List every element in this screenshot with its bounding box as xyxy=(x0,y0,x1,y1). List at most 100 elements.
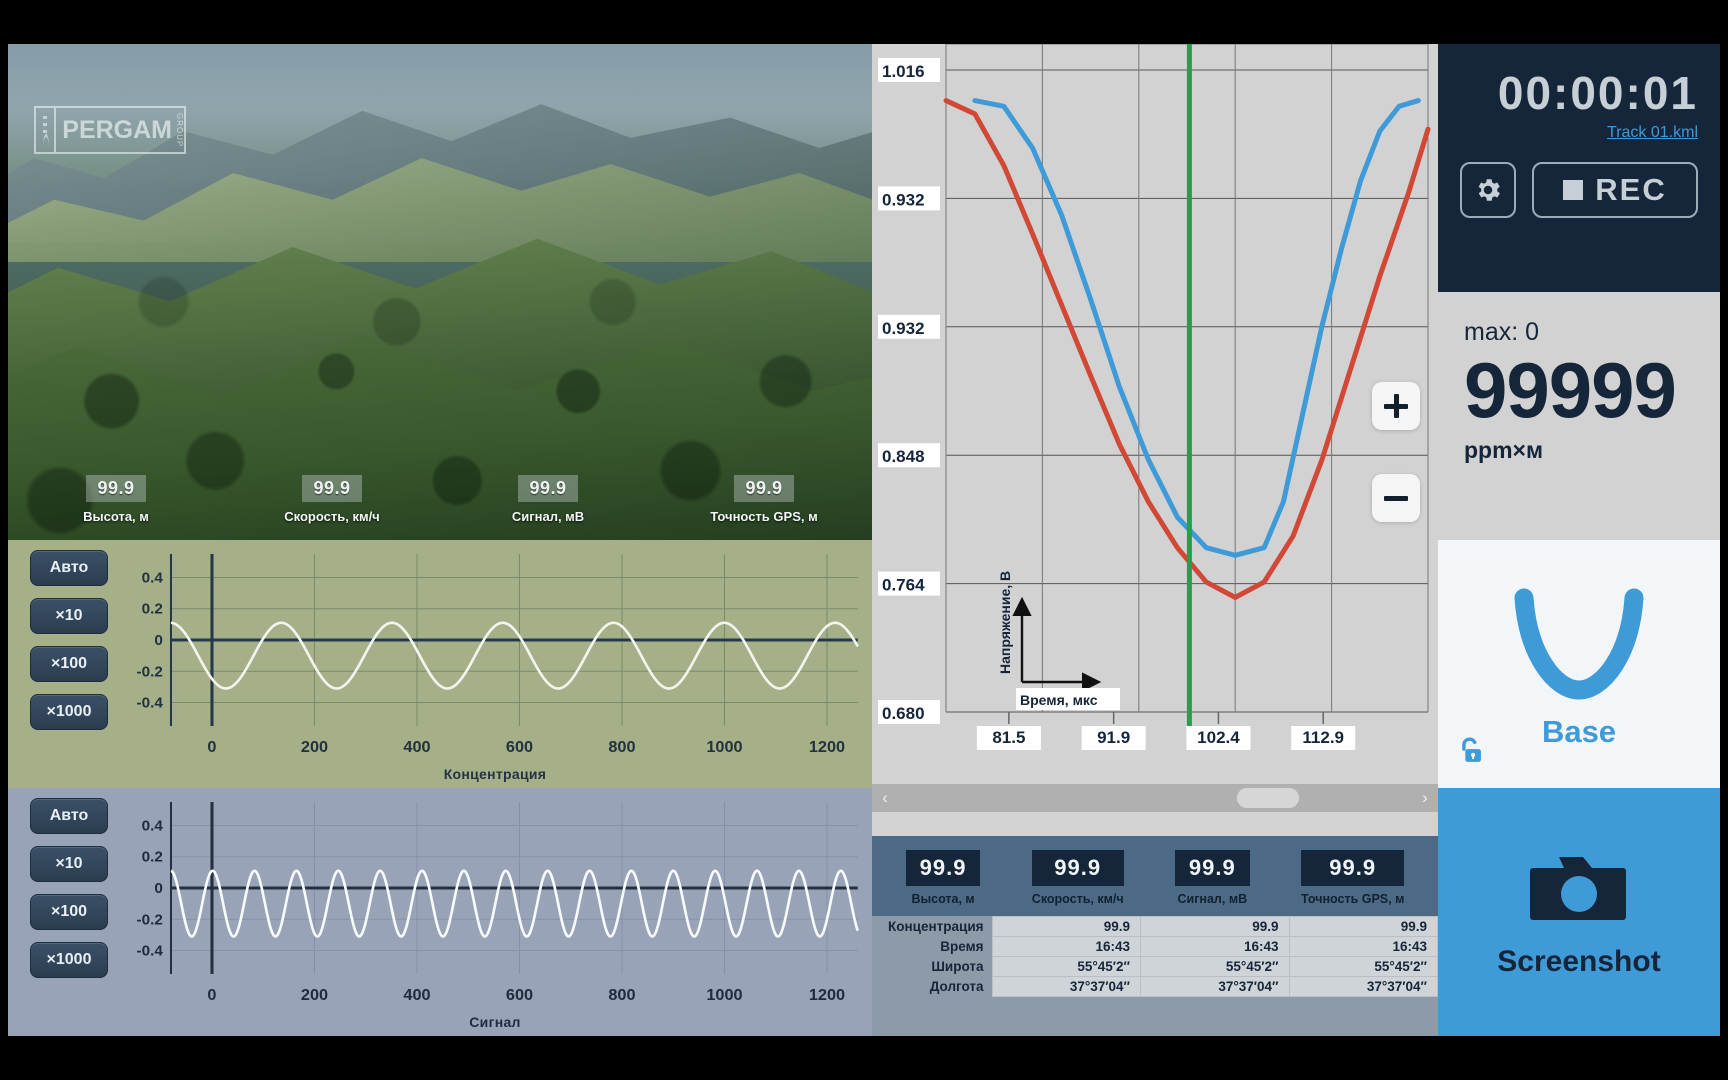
scale-x100-button[interactable]: ×100 xyxy=(30,894,108,930)
svg-text:-0.4: -0.4 xyxy=(137,695,164,712)
signal-scale-buttons: Авто ×10 ×100 ×1000 xyxy=(8,788,118,1036)
scrollbar-track[interactable] xyxy=(898,784,1412,812)
recording-controls: REC xyxy=(1460,162,1698,218)
table-cell: 16:43 xyxy=(991,936,1141,957)
measurement-table: Концентрация 99.9 99.9 99.9 Время 16:43 16:43 1… xyxy=(872,916,1438,997)
svg-text:200: 200 xyxy=(301,738,328,756)
table-cell: 16:43 xyxy=(1140,936,1290,957)
video-feed-panel[interactable]: PERGAM GROUP 99.9 Высота, м 99.9 Скорост… xyxy=(8,44,872,540)
telemetry-caption: Скорость, км/ч xyxy=(1031,892,1124,906)
svg-text:600: 600 xyxy=(506,986,533,1004)
video-stat-value: 99.9 xyxy=(86,475,146,502)
svg-text:1200: 1200 xyxy=(809,986,845,1004)
telemetry-value: 99.9 xyxy=(1174,850,1250,886)
scale-auto-button[interactable]: Авто xyxy=(30,798,108,834)
scroll-left-arrow-icon[interactable]: ‹ xyxy=(872,788,898,808)
svg-text:Напряжение, В: Напряжение, В xyxy=(997,571,1013,674)
screenshot-button[interactable]: Screenshot xyxy=(1438,788,1720,1036)
svg-text:1000: 1000 xyxy=(706,986,742,1004)
video-stat-value: 99.9 xyxy=(302,475,362,502)
zoom-out-button[interactable] xyxy=(1372,474,1420,522)
logo-group-text: GROUP xyxy=(175,112,184,148)
concentration-value: 99999 xyxy=(1464,346,1677,434)
camera-icon xyxy=(1530,857,1626,920)
svg-text:0.4: 0.4 xyxy=(142,818,164,835)
svg-text:0.2: 0.2 xyxy=(142,849,163,866)
video-stat-item: 99.9 Сигнал, мВ xyxy=(473,475,623,524)
scrollbar-thumb[interactable] xyxy=(1237,788,1300,808)
record-stop-icon xyxy=(1563,180,1584,200)
table-cell: 37°37′04″ xyxy=(991,976,1141,997)
telemetry-value: 99.9 xyxy=(905,850,981,886)
video-stat-item: 99.9 Скорость, км/ч xyxy=(257,475,407,524)
table-row-label: Широта xyxy=(931,959,984,974)
table-cell: 55°45′2″ xyxy=(991,956,1141,977)
svg-text:400: 400 xyxy=(403,986,430,1004)
svg-text:400: 400 xyxy=(403,738,430,756)
svg-text:0.932: 0.932 xyxy=(882,319,925,338)
session-timer: 00:00:01 xyxy=(1497,67,1698,119)
scale-x1000-button[interactable]: ×1000 xyxy=(30,942,108,978)
concentration-readout-block: max: 0 99999 ppm×м xyxy=(1438,292,1720,540)
svg-text:112.9: 112.9 xyxy=(1302,728,1344,747)
video-stat-item: 99.9 Высота, м xyxy=(41,475,191,524)
base-button[interactable]: Base xyxy=(1438,540,1720,788)
telemetry-caption: Высота, м xyxy=(911,892,975,906)
signal-plot[interactable]: 0.4 0.2 0 -0.2 -0.4 0 200 400 600 800 1000 1200 Сиг… xyxy=(118,788,872,1036)
signal-panel: Авто ×10 ×100 ×1000 0.4 0.2 0 -0.2 -0.4 0 200 4… xyxy=(8,788,872,1036)
svg-text:91.9: 91.9 xyxy=(1097,728,1130,747)
table-cell: 16:43 xyxy=(1288,936,1438,957)
telemetry-chip-row: 99.9 Высота, м 99.9 Скорость, км/ч 99.9 … xyxy=(872,836,1438,916)
telemetry-chip: 99.9 Скорость, км/ч xyxy=(1031,850,1124,906)
track-file-link[interactable]: Track 01.kml xyxy=(1460,124,1698,142)
table-cell: 99.9 xyxy=(991,916,1141,937)
svg-text:1.016: 1.016 xyxy=(882,62,925,81)
svg-text:800: 800 xyxy=(608,986,635,1004)
scroll-right-arrow-icon[interactable]: › xyxy=(1412,788,1438,808)
scope-horizontal-scrollbar[interactable]: ‹ › xyxy=(872,784,1438,812)
svg-text:81.5: 81.5 xyxy=(992,728,1025,747)
svg-text:0.4: 0.4 xyxy=(142,570,164,587)
svg-text:0.932: 0.932 xyxy=(882,190,925,209)
svg-text:1200: 1200 xyxy=(809,738,845,756)
table-cell: 37°37′04″ xyxy=(1288,976,1438,997)
svg-text:0: 0 xyxy=(207,986,216,1004)
scale-x1000-button[interactable]: ×1000 xyxy=(30,694,108,730)
concentration-unit: ppm×м xyxy=(1464,437,1543,464)
telemetry-value: 99.9 xyxy=(1301,850,1405,886)
table-cell: 55°45′2″ xyxy=(1288,956,1438,977)
svg-text:0: 0 xyxy=(154,632,163,649)
record-button[interactable]: REC xyxy=(1532,162,1698,218)
gear-icon xyxy=(1478,179,1500,201)
scale-auto-button[interactable]: Авто xyxy=(30,550,108,586)
table-cell: 37°37′04″ xyxy=(1140,976,1290,997)
recording-block: 00:00:01 Track 01.kml REC xyxy=(1438,44,1720,292)
settings-button[interactable] xyxy=(1460,162,1516,218)
oscilloscope-panel[interactable]: 1.016 0.932 0.932 0.848 0.764 0.680 Напряжение… xyxy=(872,44,1438,836)
table-row-label: Долгота xyxy=(929,979,984,994)
svg-text:-0.2: -0.2 xyxy=(137,911,163,928)
video-stat-item: 99.9 Точность GPS, м xyxy=(689,475,839,524)
v-curve-icon xyxy=(1514,588,1644,700)
table-cell: 55°45′2″ xyxy=(1140,956,1290,977)
concentration-title: Концентрация xyxy=(443,766,547,782)
svg-text:1000: 1000 xyxy=(706,738,742,756)
table-cell: 99.9 xyxy=(1140,916,1290,937)
scale-x100-button[interactable]: ×100 xyxy=(30,646,108,682)
svg-text:0.2: 0.2 xyxy=(142,601,163,618)
telemetry-value: 99.9 xyxy=(1031,850,1124,886)
telemetry-caption: Сигнал, мВ xyxy=(1177,892,1248,906)
scale-x10-button[interactable]: ×10 xyxy=(30,598,108,634)
scale-x10-button[interactable]: ×10 xyxy=(30,846,108,882)
unlock-icon[interactable] xyxy=(1454,735,1488,774)
zoom-in-button[interactable] xyxy=(1372,382,1420,430)
pergam-logo: PERGAM GROUP xyxy=(34,106,186,154)
concentration-plot[interactable]: 0.4 0.2 0 -0.2 -0.4 0 200 400 600 800 1000 1200 Кон… xyxy=(118,540,872,788)
app-root: PERGAM GROUP 99.9 Высота, м 99.9 Скорост… xyxy=(0,0,1728,1080)
video-stat-caption: Высота, м xyxy=(83,509,149,524)
max-value-label: max: 0 xyxy=(1464,318,1540,346)
svg-text:200: 200 xyxy=(301,986,328,1004)
video-stat-caption: Точность GPS, м xyxy=(710,509,818,524)
right-sidebar: 00:00:01 Track 01.kml REC max: 0 99999 p… xyxy=(1438,44,1720,1036)
svg-text:-0.4: -0.4 xyxy=(137,943,164,960)
